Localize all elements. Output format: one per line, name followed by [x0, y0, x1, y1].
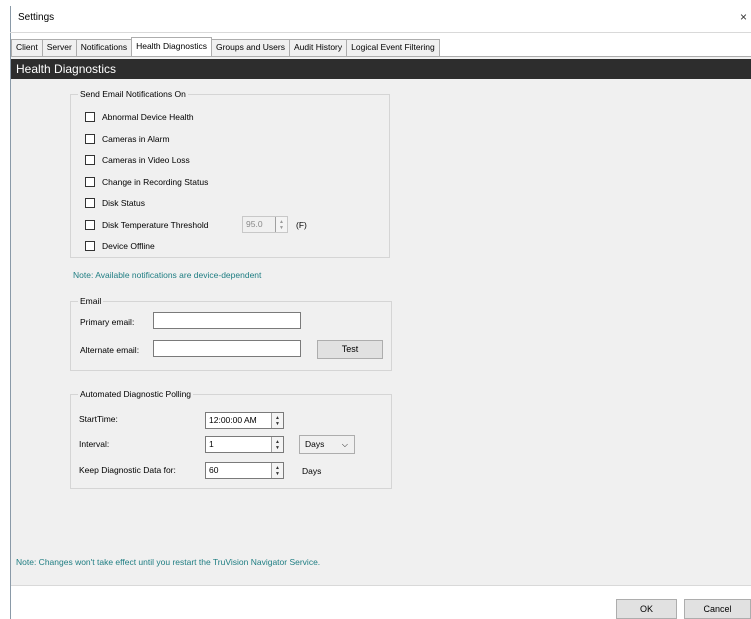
start-time-label: StartTime:	[79, 414, 118, 424]
alternate-email-field[interactable]	[153, 340, 301, 357]
email-group-title: Email	[78, 296, 104, 307]
keep-data-value: 60	[209, 465, 219, 475]
checkbox-disk-status[interactable]: Disk Status	[85, 197, 145, 209]
temperature-value: 95.0	[246, 219, 263, 229]
checkbox-icon[interactable]	[85, 112, 95, 122]
ok-button[interactable]: OK	[616, 599, 677, 619]
interval-unit-select[interactable]: Days ⌵	[299, 435, 355, 454]
checkbox-label: Cameras in Video Loss	[102, 155, 190, 165]
checkbox-cameras-in-alarm[interactable]: Cameras in Alarm	[85, 133, 170, 145]
interval-spinner[interactable]: ▲ ▼	[271, 437, 283, 452]
close-icon[interactable]: ×	[740, 10, 747, 24]
spin-down-icon[interactable]: ▼	[275, 471, 280, 477]
checkbox-icon[interactable]	[85, 241, 95, 251]
chevron-down-icon[interactable]: ⌵	[342, 436, 348, 453]
cancel-button[interactable]: Cancel	[684, 599, 751, 619]
alternate-email-label: Alternate email:	[80, 345, 140, 355]
checkbox-icon[interactable]	[85, 134, 95, 144]
checkbox-cameras-in-video-loss[interactable]: Cameras in Video Loss	[85, 154, 190, 166]
interval-unit-value: Days	[305, 439, 325, 449]
checkbox-disk-temperature-threshold[interactable]: Disk Temperature Threshold	[85, 219, 208, 231]
test-button[interactable]: Test	[317, 340, 383, 359]
spin-down-icon[interactable]: ▼	[275, 421, 280, 427]
restart-note: Note: Changes won't take effect until yo…	[16, 557, 321, 567]
start-time-value: 12:00:00 AM	[209, 415, 257, 425]
keep-data-unit: Days	[302, 466, 322, 476]
tab-groups-and-users[interactable]: Groups and Users	[210, 39, 290, 56]
checkbox-icon[interactable]	[85, 155, 95, 165]
tab-health-diagnostics[interactable]: Health Diagnostics	[131, 37, 212, 56]
title-separator	[10, 32, 751, 33]
start-time-spinner[interactable]: ▲ ▼	[271, 413, 283, 428]
temperature-unit: (F)	[296, 220, 307, 230]
primary-email-label: Primary email:	[80, 317, 135, 327]
interval-value: 1	[209, 439, 214, 449]
window-title: Settings	[18, 12, 55, 23]
keep-data-spinner[interactable]: ▲ ▼	[271, 463, 283, 478]
checkbox-icon[interactable]	[85, 177, 95, 187]
checkbox-change-in-recording-status[interactable]: Change in Recording Status	[85, 176, 208, 188]
interval-label: Interval:	[79, 439, 110, 449]
spin-down-icon[interactable]: ▼	[275, 445, 280, 451]
keep-data-label: Keep Diagnostic Data for:	[79, 465, 176, 475]
checkbox-label: Disk Temperature Threshold	[102, 220, 209, 230]
footer-separator	[11, 585, 751, 586]
tab-client[interactable]: Client	[11, 39, 43, 56]
checkbox-device-offline[interactable]: Device Offline	[85, 240, 155, 252]
notifications-group-title: Send Email Notifications On	[78, 89, 188, 100]
temperature-spinner[interactable]: ▲ ▼	[275, 217, 287, 232]
tab-strip: Client Server Notifications Health Diagn…	[11, 37, 440, 56]
checkbox-label: Change in Recording Status	[102, 177, 209, 187]
tab-notifications[interactable]: Notifications	[75, 39, 133, 56]
checkbox-label: Abnormal Device Health	[102, 112, 194, 122]
checkbox-abnormal-device-health[interactable]: Abnormal Device Health	[85, 111, 194, 123]
polling-group-title: Automated Diagnostic Polling	[78, 389, 194, 400]
checkbox-icon[interactable]	[85, 198, 95, 208]
checkbox-icon[interactable]	[85, 220, 95, 230]
checkbox-label: Device Offline	[102, 241, 155, 251]
spin-down-icon[interactable]: ▼	[279, 225, 284, 231]
checkbox-label: Cameras in Alarm	[102, 134, 170, 144]
tab-logical-event-filtering[interactable]: Logical Event Filtering	[346, 39, 440, 56]
panel-header: Health Diagnostics	[11, 59, 751, 79]
tab-audit-history[interactable]: Audit History	[288, 39, 348, 56]
checkbox-label: Disk Status	[102, 198, 145, 208]
notifications-note: Note: Available notifications are device…	[73, 270, 262, 280]
primary-email-field[interactable]	[153, 312, 301, 329]
tab-server[interactable]: Server	[41, 39, 77, 56]
